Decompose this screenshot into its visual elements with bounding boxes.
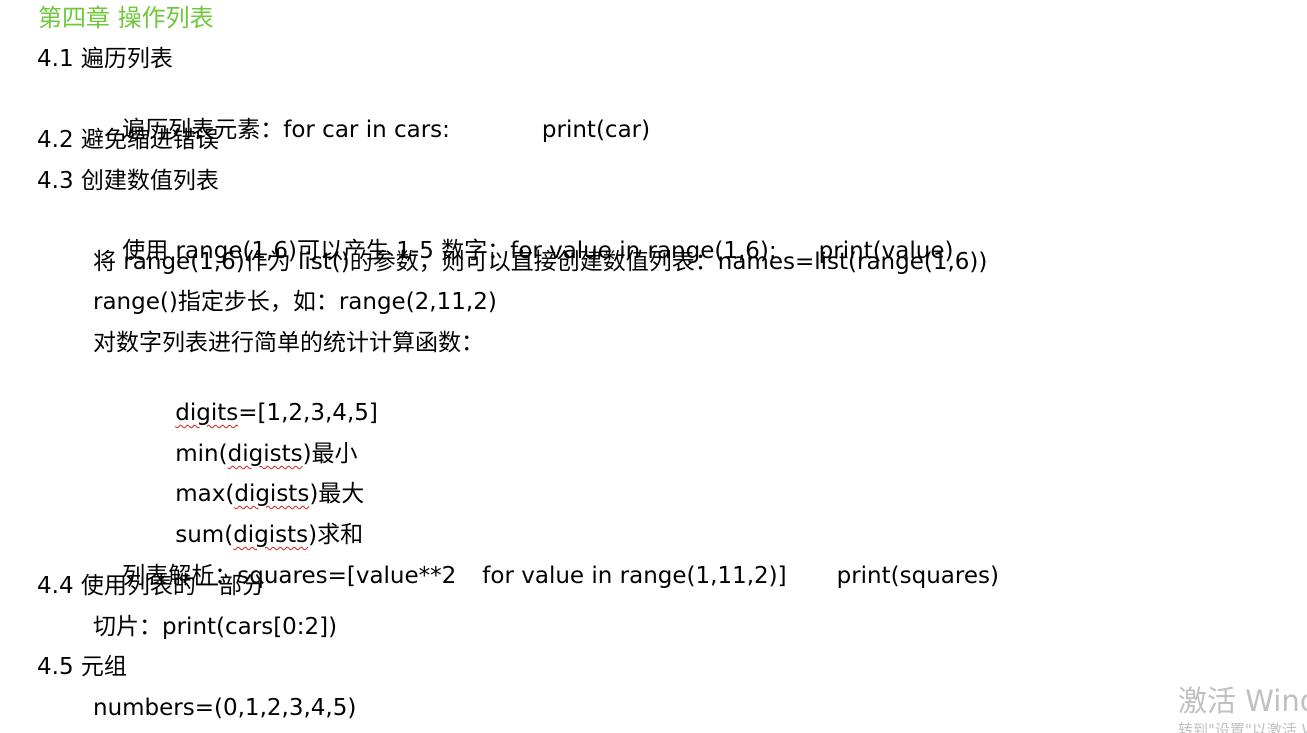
section-4-1-heading: 4.1 遍历列表 [37, 46, 173, 72]
watermark-title: 激活 Windows [1178, 684, 1307, 718]
list-range-line: 将 range(1,6)作为 list()的参数，则可以直接创建数值列表：nam… [93, 249, 988, 275]
section-4-3-heading: 4.3 创建数值列表 [37, 168, 219, 194]
slice-line: 切片：print(cars[0:2]) [93, 614, 338, 640]
step-line: range()指定步长，如：range(2,11,2) [93, 289, 497, 315]
section-4-2-heading: 4.2 避免缩进错误 [37, 127, 219, 153]
section-4-4-heading: 4.4 使用列表的一部分 [37, 573, 265, 599]
chapter-title: 第四章 操作列表 [38, 4, 214, 32]
watermark-subtitle: 转到"设置"以激活 Windows。 [1178, 721, 1307, 733]
comprehension-loop: for value in range(1,11,2)] [482, 563, 787, 589]
stats-intro: 对数字列表进行简单的统计计算函数： [93, 330, 484, 356]
traverse-code: print(car) [541, 117, 651, 143]
section-4-5-heading: 4.5 元组 [37, 654, 127, 680]
tuple-line: numbers=(0,1,2,3,4,5) [93, 695, 357, 721]
document-page: 第四章 操作列表 4.1 遍历列表 遍历列表元素：for car in cars… [0, 0, 1307, 733]
comprehension-code: print(squares) [836, 563, 999, 589]
activation-watermark: 激活 Windows 转到"设置"以激活 Windows。 [1178, 683, 1307, 733]
